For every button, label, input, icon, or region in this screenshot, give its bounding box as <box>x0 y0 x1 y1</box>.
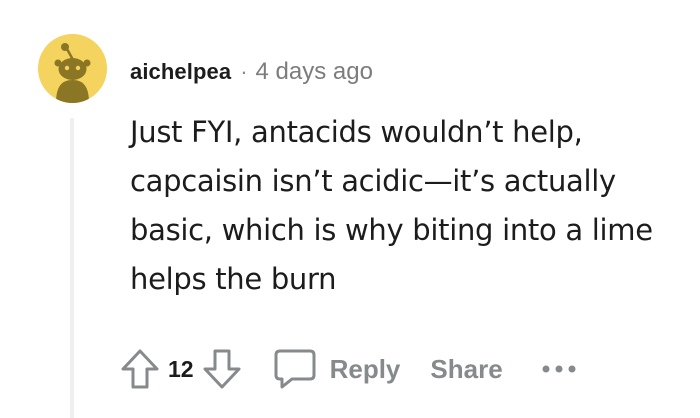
ellipsis-icon: ••• <box>542 365 576 373</box>
comment-meta: aichelpea · 4 days ago <box>130 52 373 92</box>
reply-label: Reply <box>329 353 401 384</box>
comment-actions: 12 Reply Share ••• <box>118 340 577 398</box>
more-options-button[interactable]: ••• <box>541 363 577 375</box>
comment-author[interactable]: aichelpea <box>130 59 231 85</box>
comment-timestamp[interactable]: 4 days ago <box>256 58 373 86</box>
reddit-snoo-avatar <box>54 43 91 103</box>
reply-button[interactable]: Reply <box>272 347 401 391</box>
avatar[interactable] <box>38 34 107 103</box>
thread-line[interactable] <box>70 118 74 418</box>
comment-body: Just FYI, antacids wouldn’t help, capcai… <box>130 115 653 296</box>
speech-bubble-icon <box>274 349 316 389</box>
upvote-button[interactable] <box>118 346 162 392</box>
share-button[interactable]: Share <box>430 354 502 385</box>
downvote-button[interactable] <box>200 346 244 392</box>
share-label: Share <box>430 353 503 384</box>
arrow-down-outline-icon <box>203 349 241 389</box>
arrow-up-outline-icon <box>121 349 159 389</box>
vote-count: 12 <box>168 355 194 382</box>
meta-separator: · <box>240 59 248 84</box>
